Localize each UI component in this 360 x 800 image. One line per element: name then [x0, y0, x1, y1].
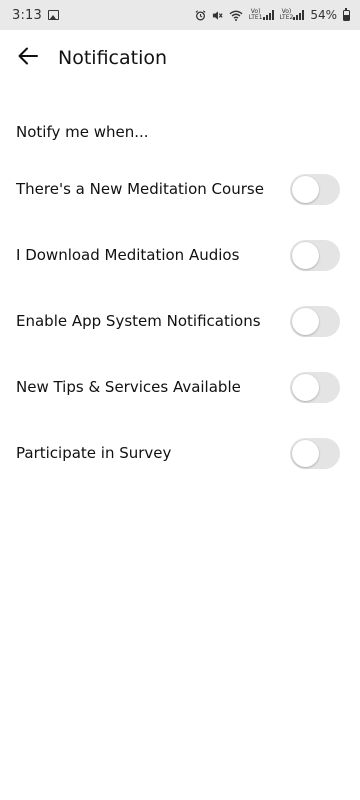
download-meditation-audios-toggle[interactable] [290, 239, 340, 271]
volte-lte1-signal-icon: Vo) LTE1 [249, 9, 274, 21]
setting-label: I Download Meditation Audios [16, 246, 240, 264]
back-button[interactable] [8, 38, 48, 78]
page-title: Notification [58, 47, 168, 69]
setting-label: There's a New Meditation Course [16, 180, 264, 198]
settings-list: There's a New Meditation Course I Downlo… [0, 156, 360, 486]
lte1-label-bottom: LTE1 [248, 14, 263, 21]
status-left: 3:13 [12, 8, 59, 23]
notification-settings-screen: 3:13 Vo) LTE1 Vo) LTE2 54% Notification … [0, 0, 360, 800]
tips-services-toggle[interactable] [290, 371, 340, 403]
lte2-label-bottom: LTE2 [279, 14, 294, 21]
setting-row-app-system-notifications: Enable App System Notifications [0, 288, 360, 354]
toggle-knob [292, 373, 319, 401]
setting-row-tips-services: New Tips & Services Available [0, 354, 360, 420]
signal-bars-1 [262, 10, 274, 20]
lte2-label: Vo) LTE2 [280, 9, 294, 21]
new-meditation-course-toggle[interactable] [290, 173, 340, 205]
battery-percentage: 54% [310, 8, 337, 22]
alarm-icon [195, 9, 206, 21]
participate-survey-toggle[interactable] [290, 437, 340, 469]
app-bar: Notification [0, 38, 360, 78]
signal-bars-2 [293, 10, 305, 20]
wifi-icon [229, 10, 243, 21]
toggle-knob [292, 175, 319, 203]
status-right: Vo) LTE1 Vo) LTE2 54% [195, 7, 350, 22]
gallery-icon [48, 10, 59, 20]
status-bar: 3:13 Vo) LTE1 Vo) LTE2 54% [0, 0, 360, 30]
status-time: 3:13 [12, 7, 42, 23]
setting-row-download-meditation-audios: I Download Meditation Audios [0, 222, 360, 288]
lte1-label: Vo) LTE1 [249, 9, 263, 21]
section-heading: Notify me when... [16, 123, 149, 141]
setting-label: Enable App System Notifications [16, 312, 261, 330]
volte-lte2-signal-icon: Vo) LTE2 [280, 9, 305, 21]
battery-icon [343, 7, 350, 21]
toggle-knob [292, 439, 319, 467]
mute-icon [212, 10, 223, 21]
setting-row-participate-survey: Participate in Survey [0, 420, 360, 486]
toggle-knob [292, 241, 319, 269]
app-system-notifications-toggle[interactable] [290, 305, 340, 337]
arrow-left-icon [16, 44, 40, 72]
setting-label: Participate in Survey [16, 444, 172, 462]
setting-row-new-meditation-course: There's a New Meditation Course [0, 156, 360, 222]
toggle-knob [292, 307, 319, 335]
setting-label: New Tips & Services Available [16, 378, 241, 396]
